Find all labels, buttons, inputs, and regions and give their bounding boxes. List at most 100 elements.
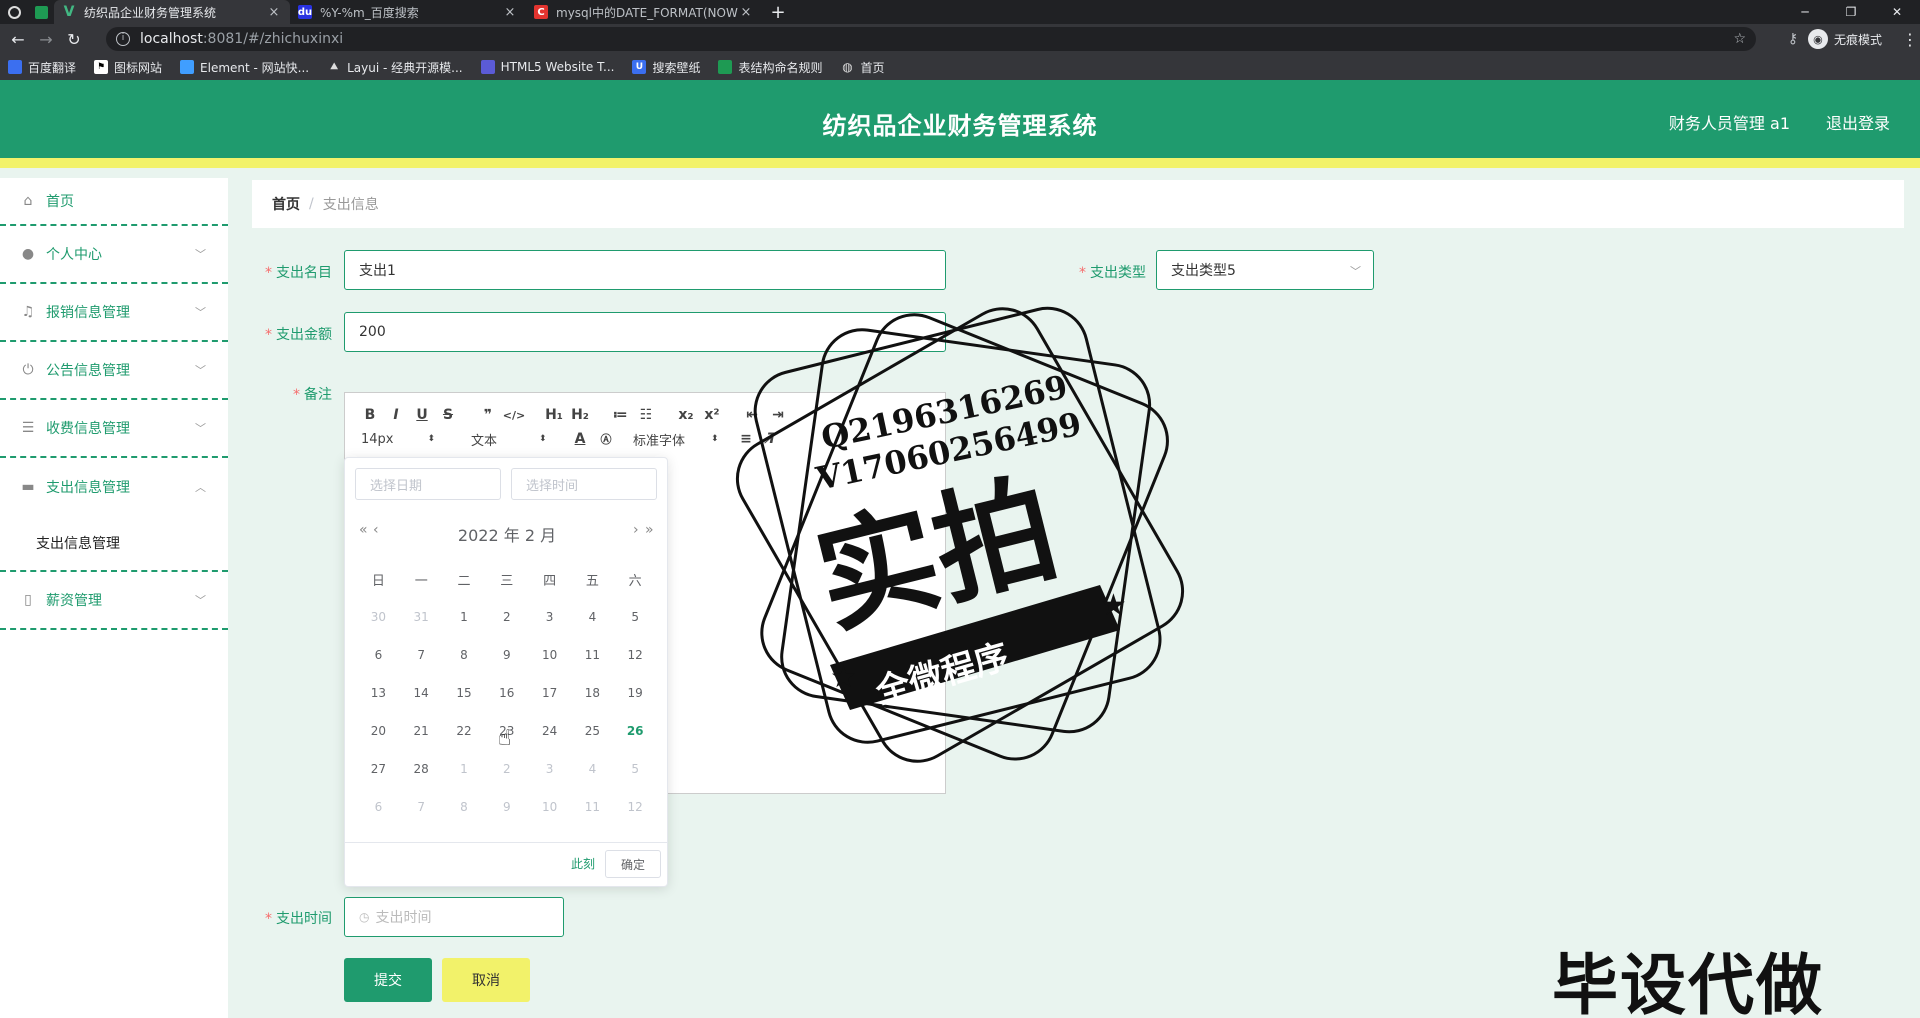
close-icon[interactable]: × [502, 5, 518, 20]
date-cell[interactable]: 16 [485, 686, 528, 700]
bookmark-item[interactable]: Element - 网站快... [180, 59, 309, 76]
date-cell[interactable]: 11 [571, 648, 614, 662]
submit-button[interactable]: 提交 [344, 958, 432, 1002]
date-cell[interactable]: 1 [443, 610, 486, 624]
date-picker-month[interactable]: 2 月 [525, 526, 556, 545]
bookmark-item[interactable]: ⛰ Layui - 经典开源模... [327, 59, 462, 76]
date-cell[interactable]: 17 [528, 686, 571, 700]
bullet-list-button[interactable]: ☷ [633, 407, 659, 423]
date-cell[interactable]: 6 [357, 648, 400, 662]
breadcrumb-home[interactable]: 首页 [272, 194, 300, 214]
strike-button[interactable]: S [435, 407, 461, 423]
pinned-tab[interactable] [28, 0, 54, 24]
restore-icon[interactable]: ❐ [1828, 0, 1874, 24]
date-cell[interactable]: 10 [528, 800, 571, 814]
font-family-select[interactable]: 标准字体 ⬍ [633, 430, 733, 449]
date-cell[interactable]: 10 [528, 648, 571, 662]
date-cell[interactable]: 31 [400, 610, 443, 624]
bookmark-item[interactable]: 表结构命名规则 [718, 59, 822, 76]
now-button[interactable]: 此刻 [571, 855, 595, 872]
bookmark-item[interactable]: ⚑ 图标网站 [94, 59, 162, 76]
date-cell[interactable]: 27 [357, 762, 400, 776]
sidebar-item-notice[interactable]: ⏻ 公告信息管理 ﹀ [0, 342, 228, 400]
next-month-icon[interactable]: › [633, 522, 639, 538]
bold-button[interactable]: B [357, 407, 383, 423]
more-menu-icon[interactable]: ⋮ [1900, 30, 1920, 49]
date-cell[interactable]: 3 [528, 610, 571, 624]
date-cell[interactable]: 12 [614, 648, 657, 662]
window-close-icon[interactable]: ✕ [1874, 0, 1920, 24]
subscript-button[interactable]: x₂ [673, 407, 699, 423]
date-cell[interactable]: 3 [528, 762, 571, 776]
date-cell[interactable]: 12 [614, 800, 657, 814]
sidebar-item-reimbursement[interactable]: ♫ 报销信息管理 ﹀ [0, 284, 228, 342]
close-icon[interactable]: × [266, 5, 282, 20]
key-icon[interactable]: ⚷ [1778, 31, 1808, 47]
date-cell[interactable]: 19 [614, 686, 657, 700]
close-icon[interactable]: × [738, 5, 754, 20]
date-cell[interactable]: 2 [485, 610, 528, 624]
date-cell[interactable]: 8 [443, 648, 486, 662]
date-cell[interactable]: 4 [571, 610, 614, 624]
date-picker-date-input[interactable]: 选择日期 [355, 468, 501, 500]
date-cell[interactable]: 20 [357, 724, 400, 738]
code-button[interactable]: </> [501, 409, 527, 422]
back-icon[interactable]: ← [4, 30, 32, 49]
date-cell[interactable]: 24 [528, 724, 571, 738]
background-color-icon[interactable]: Ⓐ [593, 431, 619, 447]
bookmark-item[interactable]: HTML5 Website T... [480, 60, 614, 74]
date-cell[interactable]: 14 [400, 686, 443, 700]
date-cell[interactable]: 15 [443, 686, 486, 700]
quote-button[interactable]: ❞ [475, 407, 501, 423]
browser-menu-icon[interactable] [0, 0, 28, 24]
italic-button[interactable]: I [383, 407, 409, 423]
browser-tab-0[interactable]: V 纺织品企业财务管理系统 × [54, 0, 290, 24]
text-style-select[interactable]: 文本 ⬍ [471, 430, 567, 449]
browser-tab-2[interactable]: C mysql中的DATE_FORMAT(NOW × [526, 0, 762, 24]
expense-time-input[interactable]: ◷ 支出时间 [344, 897, 564, 937]
date-cell[interactable]: 18 [571, 686, 614, 700]
date-picker-year[interactable]: 2022 年 [458, 526, 520, 545]
date-cell[interactable]: 13 [357, 686, 400, 700]
h2-button[interactable]: H₂ [567, 407, 593, 423]
expense-name-input[interactable]: 支出1 [344, 250, 946, 290]
bookmark-item[interactable]: 百度翻译 [8, 59, 76, 76]
font-size-select[interactable]: 14px ⬍ [361, 432, 447, 447]
ordered-list-button[interactable]: ≔ [607, 407, 633, 423]
next-year-icon[interactable]: » [645, 522, 654, 538]
date-cell[interactable]: 21 [400, 724, 443, 738]
incognito-badge[interactable]: ◉ 无痕模式 [1807, 29, 1882, 49]
date-picker-time-input[interactable]: 选择时间 [511, 468, 657, 500]
underline-button[interactable]: U [409, 407, 435, 423]
date-cell[interactable]: 25 [571, 724, 614, 738]
cancel-button[interactable]: 取消 [442, 958, 530, 1002]
sidebar-item-expense[interactable]: ▬ 支出信息管理 ︿ [0, 458, 228, 516]
sidebar-item-home[interactable]: ⌂ 首页 [0, 178, 228, 226]
bookmark-item[interactable]: ◍ 首页 [840, 59, 884, 76]
date-cell[interactable]: 5 [614, 762, 657, 776]
new-tab-button[interactable]: + [762, 0, 794, 24]
sidebar-item-profile[interactable]: ● 个人中心 ﹀ [0, 226, 228, 284]
bookmark-star-icon[interactable]: ☆ [1733, 31, 1746, 47]
date-cell[interactable]: 30 [357, 610, 400, 624]
logout-button[interactable]: 退出登录 [1826, 110, 1890, 134]
expense-type-select[interactable]: 支出类型5 ﹀ [1156, 250, 1374, 290]
font-color-icon[interactable]: A [567, 431, 593, 447]
sidebar-item-salary[interactable]: ▯ 薪资管理 ﹀ [0, 572, 228, 630]
date-cell[interactable]: 5 [614, 610, 657, 624]
date-cell[interactable]: 9 [485, 648, 528, 662]
date-cell[interactable]: 6 [357, 800, 400, 814]
forward-icon[interactable]: → [32, 30, 60, 49]
site-info-icon[interactable]: i [116, 32, 130, 46]
confirm-button[interactable]: 确定 [605, 850, 661, 878]
minimize-icon[interactable]: ─ [1782, 0, 1828, 24]
date-cell[interactable]: 2 [485, 762, 528, 776]
date-cell-today[interactable]: 26 [614, 724, 657, 738]
date-cell[interactable]: 28 [400, 762, 443, 776]
url-input[interactable]: i localhost :8081/#/zhichuxinxi ☆ [106, 27, 1756, 51]
browser-tab-1[interactable]: du %Y-%m_百度搜索 × [290, 0, 526, 24]
date-cell[interactable]: 7 [400, 800, 443, 814]
date-cell[interactable]: 4 [571, 762, 614, 776]
date-cell[interactable]: 22 [443, 724, 486, 738]
date-cell[interactable]: 11 [571, 800, 614, 814]
